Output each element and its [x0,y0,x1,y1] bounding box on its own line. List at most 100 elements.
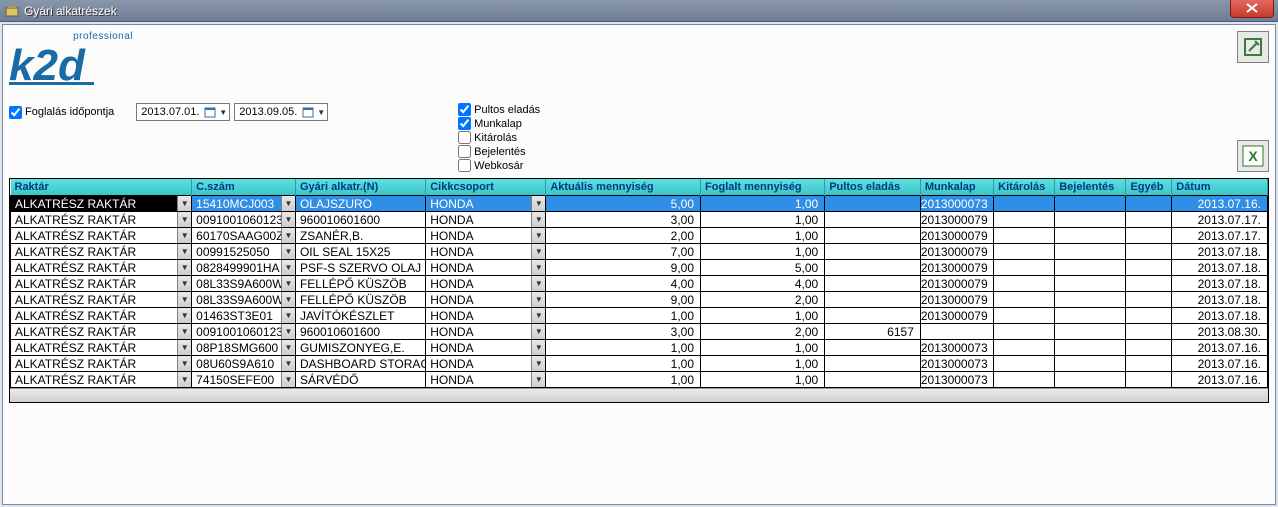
dropdown-handle[interactable]: ▼ [281,196,295,211]
table-row[interactable]: ALKATRÉSZ RAKTÁR▼00991525050▼OIL SEAL 15… [11,244,1268,260]
table-row[interactable]: ALKATRÉSZ RAKTÁR▼74150SEFE00▼SÁRVÉDŐHOND… [11,372,1268,388]
table-row[interactable]: ALKATRÉSZ RAKTÁR▼0828499901HA▼PSF-S SZER… [11,260,1268,276]
cell-text: HONDA [426,309,545,323]
cell-number: 1,00 [701,196,825,212]
cell-number [1055,324,1126,340]
cell-text: OLAJSZURO [296,197,425,211]
dropdown-handle[interactable]: ▼ [531,260,545,275]
date-from-input[interactable]: 2013.07.01. ▼ [136,103,230,121]
cell-number [1055,196,1126,212]
cell-number: 2013.07.17. [1172,212,1268,228]
cell-number [994,244,1055,260]
dropdown-handle[interactable]: ▼ [281,356,295,371]
cell-number: 2013000073 [920,196,993,212]
table-row[interactable]: ALKATRÉSZ RAKTÁR▼00910010601232▼96001060… [11,212,1268,228]
col-pultos[interactable]: Pultos eladás [825,179,921,196]
col-raktar[interactable]: Raktár [11,179,192,196]
dropdown-handle[interactable]: ▼ [281,260,295,275]
dropdown-handle[interactable]: ▼ [281,292,295,307]
cell-text: HONDA [426,245,545,259]
cell-number: 2013.07.18. [1172,244,1268,260]
munkalap-checkbox[interactable]: Munkalap [458,117,540,130]
cell-number [1126,260,1172,276]
col-munka[interactable]: Munkalap [920,179,993,196]
cell-number [994,260,1055,276]
cell-text: ALKATRÉSZ RAKTÁR [11,245,191,259]
pultos-checkbox[interactable]: Pultos eladás [458,103,540,116]
col-cikk[interactable]: Cikkcsoport [426,179,546,196]
dropdown-handle[interactable]: ▼ [177,228,191,243]
cell-number: 2013.08.30. [1172,324,1268,340]
col-egyeb[interactable]: Egyéb [1126,179,1172,196]
dropdown-handle[interactable]: ▼ [531,340,545,355]
col-kitar[interactable]: Kitárolás [994,179,1055,196]
chevron-down-icon[interactable]: ▼ [317,108,325,117]
table-row[interactable]: ALKATRÉSZ RAKTÁR▼15410MCJ003▼OLAJSZUROHO… [11,196,1268,212]
table-row[interactable]: ALKATRÉSZ RAKTÁR▼08L33S9A600W▼FELLÉPŐ KÜ… [11,276,1268,292]
kitarolas-checkbox[interactable]: Kitárolás [458,131,540,144]
calendar-icon [301,105,315,119]
col-cszam[interactable]: C.szám [192,179,296,196]
cell-number: 1,00 [546,340,701,356]
dropdown-handle[interactable]: ▼ [531,244,545,259]
dropdown-handle[interactable]: ▼ [531,212,545,227]
dropdown-handle[interactable]: ▼ [177,292,191,307]
col-datum[interactable]: Dátum [1172,179,1268,196]
dropdown-handle[interactable]: ▼ [531,196,545,211]
dropdown-handle[interactable]: ▼ [281,372,295,387]
calendar-icon [203,105,217,119]
dropdown-handle[interactable]: ▼ [281,276,295,291]
dropdown-handle[interactable]: ▼ [531,308,545,323]
table-row[interactable]: ALKATRÉSZ RAKTÁR▼00910010601232▼96001060… [11,324,1268,340]
dropdown-handle[interactable]: ▼ [531,228,545,243]
dropdown-handle[interactable]: ▼ [177,372,191,387]
col-foglalt[interactable]: Foglalt mennyiség [701,179,825,196]
cell-number: 2013000073 [920,372,993,388]
dropdown-handle[interactable]: ▼ [177,308,191,323]
dropdown-handle[interactable]: ▼ [177,244,191,259]
dropdown-handle[interactable]: ▼ [177,356,191,371]
table-row[interactable]: ALKATRÉSZ RAKTÁR▼08L33S9A600W▼FELLÉPŐ KÜ… [11,292,1268,308]
cell-number: 5,00 [701,260,825,276]
dropdown-handle[interactable]: ▼ [177,324,191,339]
date-to-input[interactable]: 2013.09.05. ▼ [234,103,328,121]
dropdown-handle[interactable]: ▼ [177,196,191,211]
cell-number: 2013000079 [920,276,993,292]
dropdown-handle[interactable]: ▼ [281,228,295,243]
dropdown-handle[interactable]: ▼ [177,212,191,227]
cell-number [1055,308,1126,324]
table-row[interactable]: ALKATRÉSZ RAKTÁR▼08P18SMG600▼GUMISZONYEG… [11,340,1268,356]
col-bejel[interactable]: Bejelentés [1055,179,1126,196]
dropdown-handle[interactable]: ▼ [177,260,191,275]
dropdown-handle[interactable]: ▼ [281,324,295,339]
dropdown-handle[interactable]: ▼ [531,372,545,387]
dropdown-handle[interactable]: ▼ [281,212,295,227]
table-row[interactable]: ALKATRÉSZ RAKTÁR▼08U60S9A610▼DASHBOARD S… [11,356,1268,372]
dropdown-handle[interactable]: ▼ [531,276,545,291]
col-gyari[interactable]: Gyári alkatr.(N) [295,179,425,196]
dropdown-handle[interactable]: ▼ [281,244,295,259]
dropdown-handle[interactable]: ▼ [177,276,191,291]
export-excel-button[interactable]: X [1237,140,1269,172]
foglalas-checkbox[interactable]: Foglalás időpontja [9,106,114,119]
table-row[interactable]: ALKATRÉSZ RAKTÁR▼01463ST3E01▼JAVÍTÓKÉSZL… [11,308,1268,324]
col-aktual[interactable]: Aktuális mennyiség [546,179,701,196]
dropdown-handle[interactable]: ▼ [177,340,191,355]
dropdown-handle[interactable]: ▼ [281,340,295,355]
chevron-down-icon[interactable]: ▼ [219,108,227,117]
edit-button[interactable] [1237,31,1269,63]
cell-text: ALKATRÉSZ RAKTÁR [11,213,191,227]
table-row[interactable]: ALKATRÉSZ RAKTÁR▼60170SAAG00ZZ▼ZSANÉR,B.… [11,228,1268,244]
bejelentes-checkbox[interactable]: Bejelentés [458,145,540,158]
dropdown-handle[interactable]: ▼ [531,356,545,371]
dropdown-handle[interactable]: ▼ [531,292,545,307]
webkosar-checkbox[interactable]: Webkosár [458,159,540,172]
cell-text: 01463ST3E01 [192,309,295,323]
close-button[interactable] [1230,0,1274,18]
data-grid[interactable]: Raktár C.szám Gyári alkatr.(N) Cikkcsopo… [9,178,1269,403]
dropdown-handle[interactable]: ▼ [281,308,295,323]
brand-logo: professional k2d [9,31,139,93]
cell-number: 2013000073 [920,356,993,372]
horizontal-scrollbar[interactable] [10,388,1268,402]
dropdown-handle[interactable]: ▼ [531,324,545,339]
